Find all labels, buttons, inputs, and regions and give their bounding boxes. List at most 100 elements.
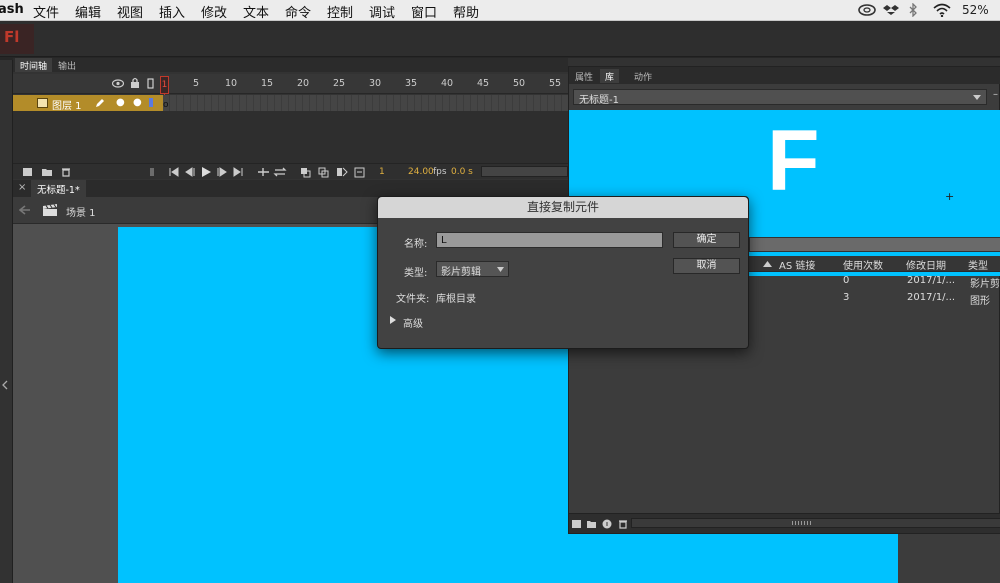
- col-use-count[interactable]: 使用次数: [843, 257, 883, 272]
- current-frame[interactable]: 1: [379, 167, 385, 177]
- expand-arrow-icon[interactable]: [390, 316, 396, 324]
- menu-edit[interactable]: 编辑: [75, 2, 101, 21]
- collapse-arrow-icon[interactable]: [1, 380, 9, 390]
- menu-insert[interactable]: 插入: [159, 2, 185, 21]
- eye-icon[interactable]: [112, 79, 124, 88]
- type-select-value: 影片剪辑: [441, 267, 481, 278]
- dropbox-icon[interactable]: [883, 3, 899, 20]
- tab-timeline[interactable]: 时间轴: [15, 58, 53, 72]
- layer-icon: [37, 98, 48, 108]
- tab-actions[interactable]: 动作: [629, 69, 657, 83]
- library-document-select[interactable]: 无标题-1: [573, 89, 987, 106]
- fps-unit: fps: [433, 167, 447, 177]
- pencil-icon: [96, 99, 104, 107]
- menu-text[interactable]: 文本: [243, 2, 269, 21]
- ruler-label: 35: [405, 78, 418, 89]
- tab-properties[interactable]: 属性: [570, 69, 598, 83]
- type-label: 类型:: [404, 268, 428, 279]
- flash-logo: Fl: [0, 24, 34, 54]
- keyframe-marker: o: [163, 100, 169, 110]
- bluetooth-icon[interactable]: [908, 2, 918, 20]
- timeline-controls: 1 24.00 fps 0.0 s: [13, 163, 568, 179]
- left-tool-strip: [0, 60, 13, 583]
- menu-file[interactable]: 文件: [33, 2, 59, 21]
- name-label: 名称:: [404, 239, 428, 250]
- menu-modify[interactable]: 修改: [201, 2, 227, 21]
- creative-cloud-icon[interactable]: [857, 3, 877, 20]
- scene-label[interactable]: 场景 1: [66, 204, 96, 219]
- menu-help[interactable]: 帮助: [453, 2, 479, 21]
- library-document-value: 无标题-1: [579, 95, 619, 106]
- tab-library[interactable]: 库: [600, 69, 620, 83]
- close-tab-icon[interactable]: ×: [18, 182, 26, 193]
- col-date-modified[interactable]: 修改日期: [906, 257, 946, 272]
- item-use-count: 0: [843, 275, 850, 286]
- menu-commands[interactable]: 命令: [285, 2, 311, 21]
- tab-output[interactable]: 输出: [53, 58, 81, 72]
- library-footer: [569, 513, 1000, 533]
- wifi-icon[interactable]: [933, 3, 951, 20]
- item-type: 影片剪: [970, 279, 1000, 290]
- panel-menu-icon[interactable]: –: [993, 89, 998, 100]
- timeline-tabs: 时间轴 输出: [13, 58, 568, 72]
- menu-view[interactable]: 视图: [117, 2, 143, 21]
- ruler-label: 10: [225, 78, 238, 89]
- timeline-panel: 时间轴 输出 5 10 15 20 25 30 35 40 45 50 55 1…: [13, 58, 568, 180]
- item-date: 2017/1/...: [907, 292, 956, 303]
- col-as-linkage[interactable]: AS 链接: [779, 257, 815, 272]
- ruler-label: 20: [297, 78, 310, 89]
- type-select[interactable]: 影片剪辑: [436, 261, 509, 278]
- chevron-down-icon: [497, 267, 504, 272]
- advanced-toggle[interactable]: 高级: [403, 315, 423, 330]
- menu-bar: ash 文件 编辑 视图 插入 修改 文本 命令 控制 调试 窗口 帮助 52%: [0, 0, 1000, 21]
- ruler-label: 5: [193, 78, 200, 89]
- app-menu[interactable]: ash: [0, 2, 24, 17]
- timeline-scrollbar[interactable]: [481, 166, 568, 177]
- ok-button[interactable]: 确定: [673, 232, 740, 248]
- item-date: 2017/1/...: [907, 275, 956, 286]
- ruler-label: 25: [333, 78, 346, 89]
- back-arrow-icon[interactable]: [19, 205, 31, 215]
- fps-value[interactable]: 24.00: [408, 167, 434, 177]
- onion-skin-controls-icon[interactable]: [257, 166, 369, 178]
- playhead[interactable]: 1: [160, 76, 169, 94]
- dialog-title: 直接复制元件: [378, 197, 748, 218]
- menu-control[interactable]: 控制: [327, 2, 353, 21]
- battery-percent: 52%: [962, 3, 989, 17]
- library-scrollbar[interactable]: [631, 518, 1000, 528]
- ruler-label: 40: [441, 78, 454, 89]
- elapsed-time: 0.0 s: [451, 167, 473, 177]
- menu-debug[interactable]: 调试: [369, 2, 395, 21]
- folder-link[interactable]: 库根目录: [436, 290, 476, 305]
- lock-dot[interactable]: ●: [133, 97, 142, 108]
- ruler-label: 30: [369, 78, 382, 89]
- document-tab[interactable]: 无标题-1*: [31, 180, 86, 197]
- visibility-dot[interactable]: ●: [116, 97, 125, 108]
- ruler-label: 55: [549, 78, 562, 89]
- name-input[interactable]: [436, 232, 663, 248]
- registration-point-icon: +: [945, 190, 955, 203]
- library-tabs: 属性 库 动作: [569, 67, 1000, 84]
- menu-window[interactable]: 窗口: [411, 2, 437, 21]
- layer-frames[interactable]: o: [163, 95, 568, 111]
- sort-arrow-icon[interactable]: [763, 261, 772, 267]
- lock-icon[interactable]: [130, 77, 140, 89]
- clapper-icon: [43, 204, 57, 216]
- item-type: 图形: [970, 296, 990, 307]
- frame-ruler[interactable]: 5 10 15 20 25 30 35 40 45 50 55: [163, 74, 568, 94]
- layer-name: 图层 1: [52, 101, 82, 112]
- library-search-input[interactable]: [749, 237, 1000, 252]
- item-use-count: 3: [843, 292, 850, 303]
- outline-color-swatch[interactable]: [149, 98, 153, 107]
- outline-icon[interactable]: [147, 78, 154, 89]
- library-buttons-icon[interactable]: [571, 518, 633, 530]
- cancel-button[interactable]: 取消: [673, 258, 740, 274]
- layer-buttons-icon[interactable]: [22, 166, 82, 178]
- scroll-grip-icon[interactable]: [792, 521, 812, 525]
- playback-controls-icon[interactable]: [150, 166, 246, 178]
- col-type[interactable]: 类型: [968, 257, 988, 272]
- layer-row[interactable]: 图层 1 ● ●: [13, 95, 163, 112]
- ruler-label: 50: [513, 78, 526, 89]
- chevron-down-icon: [973, 95, 981, 100]
- ruler-label: 45: [477, 78, 490, 89]
